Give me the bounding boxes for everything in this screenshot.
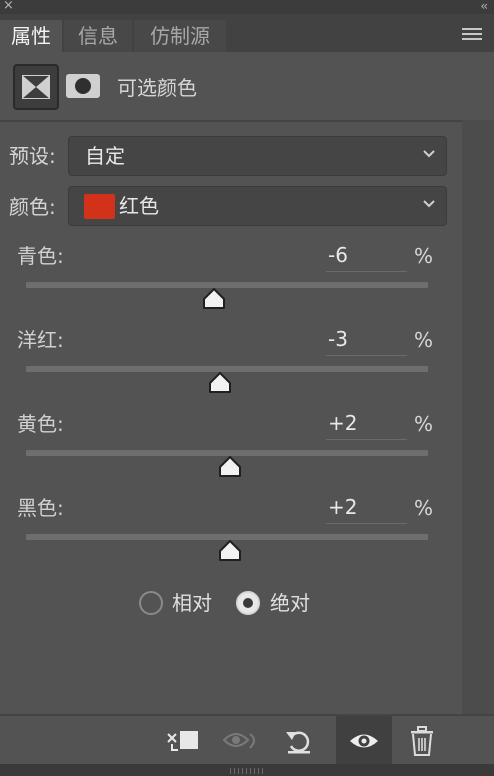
reset-icon[interactable] <box>282 724 318 758</box>
percent-label: % <box>414 244 434 268</box>
cyan-slider-track[interactable] <box>26 282 428 288</box>
scrollbar[interactable] <box>462 120 494 714</box>
absolute-radio[interactable] <box>236 591 260 615</box>
bottom-toolbar <box>0 714 494 766</box>
trash-icon[interactable] <box>404 724 440 758</box>
preset-dropdown[interactable]: 自定 <box>68 136 447 176</box>
colors-label: 颜色: <box>9 195 56 219</box>
colors-value: 红色 <box>119 194 159 218</box>
panel-footer <box>0 764 494 776</box>
black-slider-thumb[interactable] <box>218 540 242 562</box>
black-value-input[interactable]: +2 <box>326 492 407 524</box>
slider-label-cyan: 青色: <box>17 244 64 268</box>
cyan-value-input[interactable]: -6 <box>326 240 407 272</box>
tab-properties[interactable]: 属性 <box>0 20 62 52</box>
eye-icon <box>350 734 378 748</box>
view-previous-state-icon[interactable] <box>222 724 258 758</box>
tab-clone-source[interactable]: 仿制源 <box>134 20 226 52</box>
absolute-label[interactable]: 绝对 <box>270 589 310 617</box>
magenta-slider-thumb[interactable] <box>208 372 232 394</box>
slider-label-magenta: 洋红: <box>17 328 64 352</box>
collapse-icon[interactable]: ‹‹ <box>480 0 487 13</box>
adjustment-layer-icon[interactable] <box>13 64 59 110</box>
clip-to-layer-icon[interactable] <box>164 724 200 758</box>
preset-label: 预设: <box>9 144 56 168</box>
slider-label-yellow: 黄色: <box>17 412 64 436</box>
tab-info[interactable]: 信息 <box>64 20 132 52</box>
close-icon[interactable]: × <box>3 0 14 13</box>
percent-label: % <box>414 412 434 436</box>
percent-label: % <box>414 496 434 520</box>
chevron-down-icon <box>423 150 435 158</box>
color-swatch <box>84 194 115 219</box>
yellow-value-input[interactable]: +2 <box>326 408 407 440</box>
visibility-button[interactable] <box>336 716 392 766</box>
panel-title-strip: × ‹‹ <box>0 0 494 14</box>
panel-title: 可选颜色 <box>117 76 197 100</box>
slider-label-black: 黑色: <box>17 496 64 520</box>
colors-dropdown[interactable]: 红色 <box>68 186 447 226</box>
yellow-slider-thumb[interactable] <box>218 456 242 478</box>
layer-mask-icon[interactable] <box>66 74 100 98</box>
relative-label[interactable]: 相对 <box>172 589 212 617</box>
magenta-value-input[interactable]: -3 <box>326 324 407 356</box>
selective-color-icon <box>22 75 50 99</box>
relative-radio[interactable] <box>139 591 163 615</box>
cyan-slider-thumb[interactable] <box>202 288 226 310</box>
panel-menu-icon[interactable] <box>462 28 482 42</box>
tab-bar: 属性 信息 仿制源 <box>0 14 494 52</box>
chevron-down-icon <box>423 200 435 208</box>
percent-label: % <box>414 328 434 352</box>
preset-value: 自定 <box>85 144 125 168</box>
resize-grip[interactable] <box>230 768 264 774</box>
divider <box>0 120 462 122</box>
